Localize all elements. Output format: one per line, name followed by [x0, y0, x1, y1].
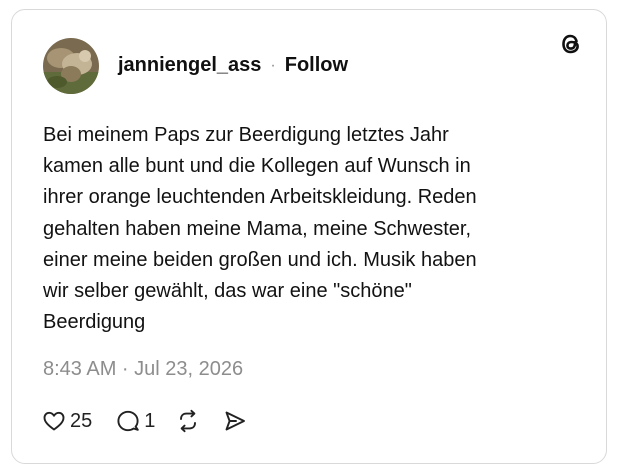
like-count: 25	[70, 409, 93, 432]
post-header: janniengel_ass · Follow	[118, 54, 348, 77]
author-username[interactable]: janniengel_ass	[118, 54, 261, 77]
like-button[interactable]: 25	[41, 408, 92, 434]
post-text: Bei meinem Paps zur Beerdigung letztes J…	[43, 124, 477, 334]
post-card: janniengel_ass · Follow Bei meinem Paps …	[11, 9, 607, 464]
repost-button[interactable]	[175, 408, 201, 434]
send-icon	[222, 408, 248, 434]
action-bar: 25 1	[41, 406, 248, 436]
threads-logo-icon[interactable]	[557, 30, 585, 58]
repost-icon	[175, 408, 201, 434]
reply-count: 1	[144, 409, 156, 432]
header-separator: ·	[270, 56, 276, 74]
speech-bubble-icon	[115, 408, 141, 434]
avatar[interactable]	[43, 38, 99, 94]
reply-button[interactable]: 1	[115, 408, 155, 434]
heart-icon	[41, 408, 67, 434]
post-timestamp[interactable]: 8:43 AM · Jul 23, 2026	[43, 358, 243, 381]
follow-button[interactable]: Follow	[285, 54, 348, 77]
share-button[interactable]	[222, 408, 248, 434]
